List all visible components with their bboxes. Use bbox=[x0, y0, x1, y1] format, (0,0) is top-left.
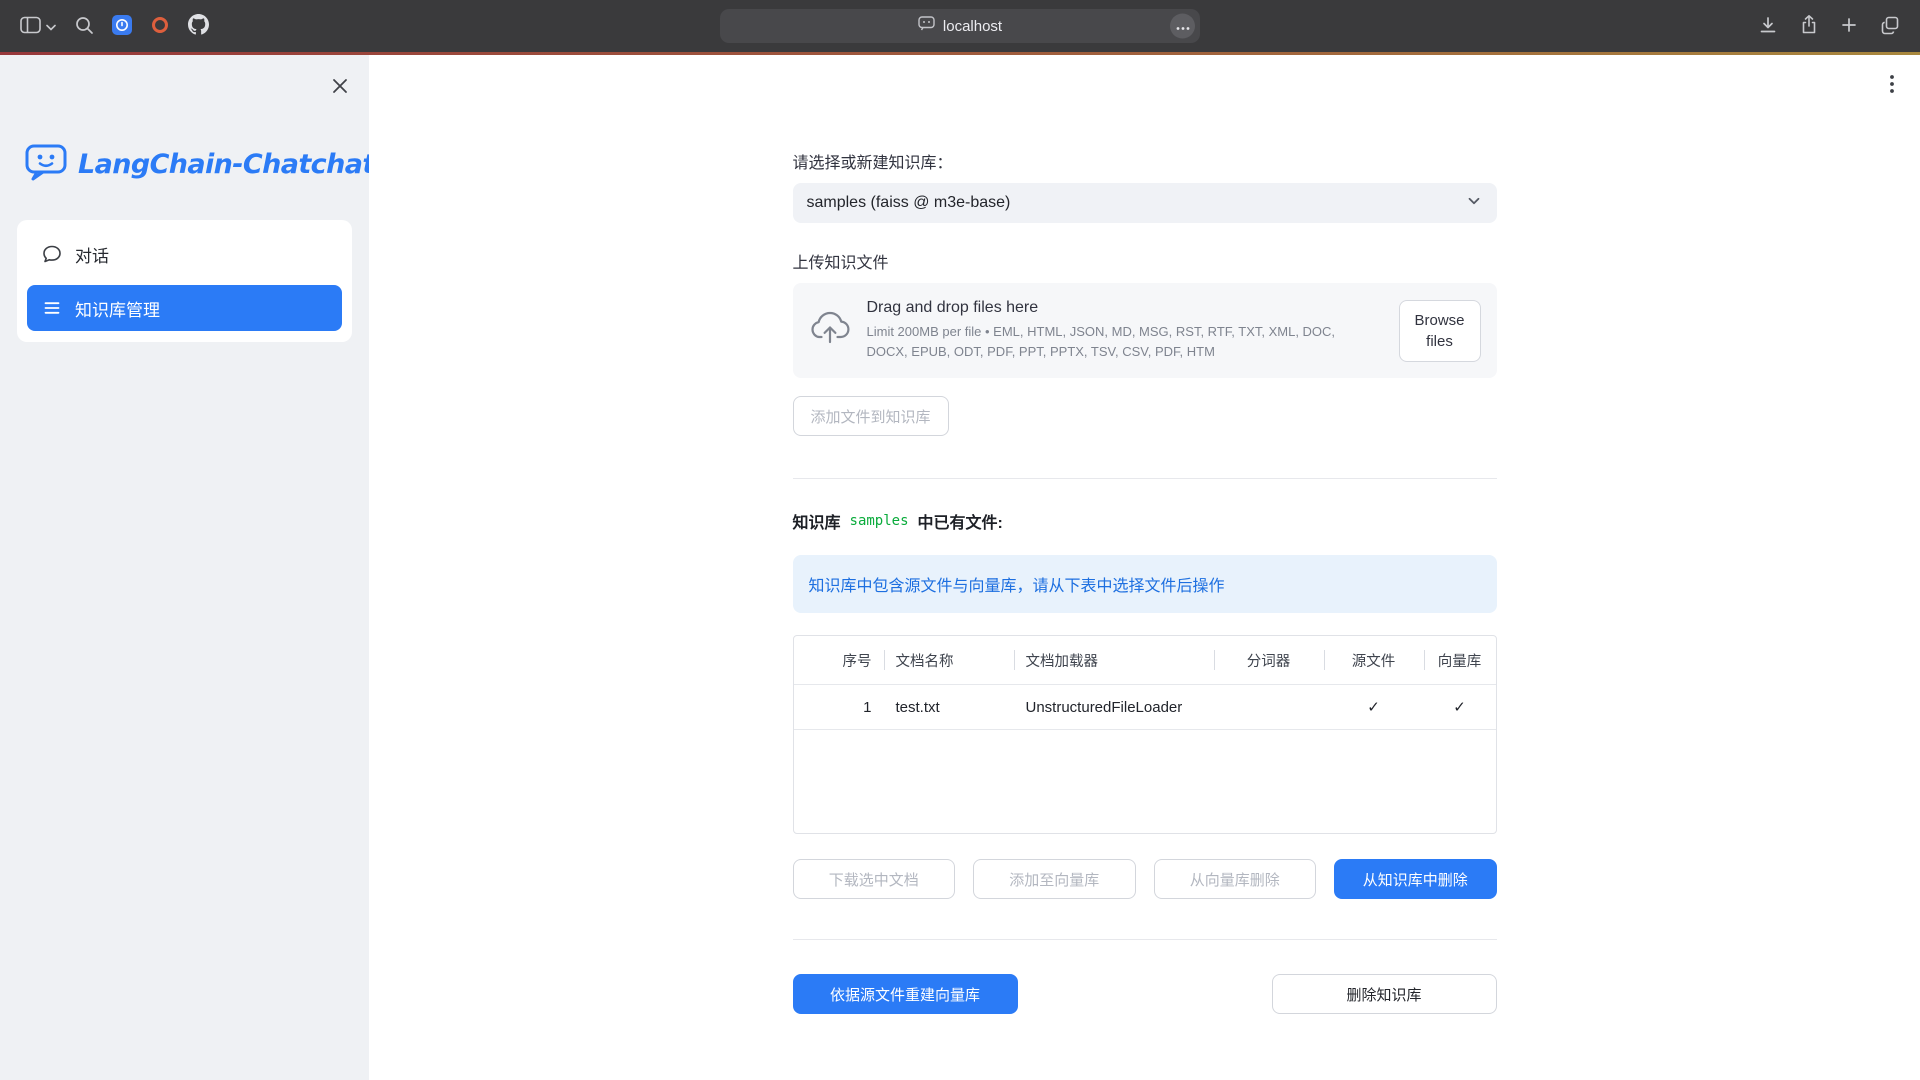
files-table: 序号 文档名称 文档加载器 分词器 源文件 向量库 1 test.txt Uns… bbox=[793, 635, 1497, 834]
upload-section-label: 上传知识文件 bbox=[793, 249, 1497, 273]
file-actions-row: 下载选中文档 添加至向量库 从向量库删除 从知识库中删除 bbox=[793, 859, 1497, 899]
knowledge-base-icon bbox=[42, 298, 62, 318]
chat-bubble-icon bbox=[42, 244, 62, 264]
kb-select-value: samples (faiss @ m3e-base) bbox=[807, 194, 1011, 212]
downloads-button[interactable] bbox=[1752, 9, 1784, 44]
kb-select-label: 请选择或新建知识库： bbox=[793, 149, 1497, 173]
section-divider bbox=[793, 478, 1497, 479]
uploader-text: Drag and drop files here Limit 200MB per… bbox=[867, 299, 1379, 362]
cloud-upload-icon bbox=[809, 311, 851, 350]
table-header-source: 源文件 bbox=[1324, 636, 1424, 684]
table-header-name: 文档名称 bbox=[884, 636, 1014, 684]
files-heading: 知识库 samples 中已有文件: bbox=[793, 509, 1497, 533]
nav-item-dialogue[interactable]: 对话 bbox=[27, 231, 342, 277]
toolbar-right-group bbox=[1752, 8, 1906, 44]
rebuild-vector-store-button[interactable]: 依据源文件重建向量库 bbox=[793, 974, 1018, 1014]
new-tab-button[interactable] bbox=[1834, 10, 1864, 43]
chevron-down-icon bbox=[1465, 192, 1483, 215]
add-to-vector-button[interactable]: 添加至向量库 bbox=[973, 859, 1136, 899]
table-header-vector: 向量库 bbox=[1424, 636, 1496, 684]
address-extensions-button[interactable] bbox=[1170, 14, 1195, 39]
delete-kb-button[interactable]: 删除知识库 bbox=[1272, 974, 1497, 1014]
download-icon bbox=[1758, 15, 1778, 38]
ring-extension-button[interactable] bbox=[144, 9, 176, 44]
cell-no: 1 bbox=[794, 685, 884, 729]
table-header-loader: 文档加载器 bbox=[1014, 636, 1214, 684]
tabs-icon bbox=[1880, 15, 1900, 38]
cell-loader: UnstructuredFileLoader bbox=[1014, 685, 1214, 729]
table-header-row: 序号 文档名称 文档加载器 分词器 源文件 向量库 bbox=[794, 636, 1496, 684]
app-logo-text: LangChain-Chatchat bbox=[78, 149, 375, 180]
download-selected-button[interactable]: 下载选中文档 bbox=[793, 859, 956, 899]
site-favicon-icon bbox=[918, 16, 935, 36]
browser-search-button[interactable] bbox=[68, 9, 100, 44]
tab-overview-button[interactable] bbox=[1874, 9, 1906, 44]
uploader-title: Drag and drop files here bbox=[867, 299, 1379, 317]
kebab-menu-icon bbox=[1890, 81, 1894, 96]
sidebar-close-button[interactable] bbox=[327, 73, 353, 102]
section-divider bbox=[793, 939, 1497, 940]
nav-item-label: 知识库管理 bbox=[75, 296, 160, 321]
info-message: 知识库中包含源文件与向量库，请从下表中选择文件后操作 bbox=[793, 555, 1497, 613]
close-icon bbox=[331, 83, 349, 98]
browser-toolbar: localhost bbox=[0, 0, 1920, 52]
kb-actions-row: 依据源文件重建向量库 删除知识库 bbox=[793, 974, 1497, 1014]
table-header-no: 序号 bbox=[794, 636, 884, 684]
table-row[interactable]: 1 test.txt UnstructuredFileLoader ✓ ✓ bbox=[794, 684, 1496, 730]
password-extension-icon bbox=[112, 15, 132, 38]
ring-extension-icon bbox=[150, 15, 170, 38]
nav-item-knowledge-base[interactable]: 知识库管理 bbox=[27, 285, 342, 331]
toolbar-left-group bbox=[14, 8, 215, 44]
uploader-limit: Limit 200MB per file • EML, HTML, JSON, … bbox=[867, 322, 1379, 362]
share-button[interactable] bbox=[1794, 8, 1824, 44]
browse-files-button[interactable]: Browse files bbox=[1399, 300, 1481, 362]
files-heading-suffix: 中已有文件: bbox=[918, 509, 1003, 533]
table-header-splitter: 分词器 bbox=[1214, 636, 1324, 684]
nav-item-label: 对话 bbox=[75, 242, 109, 267]
sidebar-nav: 对话 知识库管理 bbox=[17, 220, 352, 342]
kb-select[interactable]: samples (faiss @ m3e-base) bbox=[793, 183, 1497, 223]
plus-icon bbox=[1840, 16, 1858, 37]
chevron-down-icon bbox=[46, 19, 56, 34]
main-content: 请选择或新建知识库： samples (faiss @ m3e-base) 上传… bbox=[369, 55, 1920, 1080]
app-menu-button[interactable] bbox=[1886, 71, 1898, 100]
ellipsis-icon bbox=[1176, 17, 1190, 35]
delete-from-kb-button[interactable]: 从知识库中删除 bbox=[1334, 859, 1497, 899]
app-logo: LangChain-Chatchat bbox=[17, 143, 352, 186]
info-message-text: 知识库中包含源文件与向量库，请从下表中选择文件后操作 bbox=[809, 578, 1225, 595]
file-uploader-dropzone[interactable]: Drag and drop files here Limit 200MB per… bbox=[793, 283, 1497, 378]
files-heading-prefix: 知识库 bbox=[793, 509, 841, 533]
github-icon bbox=[188, 14, 209, 38]
cell-splitter bbox=[1214, 685, 1324, 729]
screen: localhost bbox=[0, 0, 1920, 1080]
password-extension-button[interactable] bbox=[106, 9, 138, 44]
content-column: 请选择或新建知识库： samples (faiss @ m3e-base) 上传… bbox=[793, 55, 1497, 1014]
delete-from-vector-button[interactable]: 从向量库删除 bbox=[1154, 859, 1317, 899]
sidebar-toggle-icon bbox=[20, 16, 41, 37]
chatchat-logo-icon bbox=[25, 143, 67, 186]
check-icon: ✓ bbox=[1424, 685, 1496, 729]
github-extension-button[interactable] bbox=[182, 8, 215, 44]
address-bar[interactable]: localhost bbox=[720, 9, 1200, 43]
add-files-button[interactable]: 添加文件到知识库 bbox=[793, 396, 949, 436]
sidebar: LangChain-Chatchat 对话 知识库管理 bbox=[0, 55, 369, 1080]
cell-name: test.txt bbox=[884, 685, 1014, 729]
share-icon bbox=[1800, 14, 1818, 38]
kb-name-code: samples bbox=[850, 513, 909, 529]
address-url: localhost bbox=[943, 18, 1002, 35]
search-icon bbox=[74, 15, 94, 38]
sidebar-toggle-button[interactable] bbox=[14, 10, 62, 43]
check-icon: ✓ bbox=[1324, 685, 1424, 729]
app-body: LangChain-Chatchat 对话 知识库管理 bbox=[0, 55, 1920, 1080]
